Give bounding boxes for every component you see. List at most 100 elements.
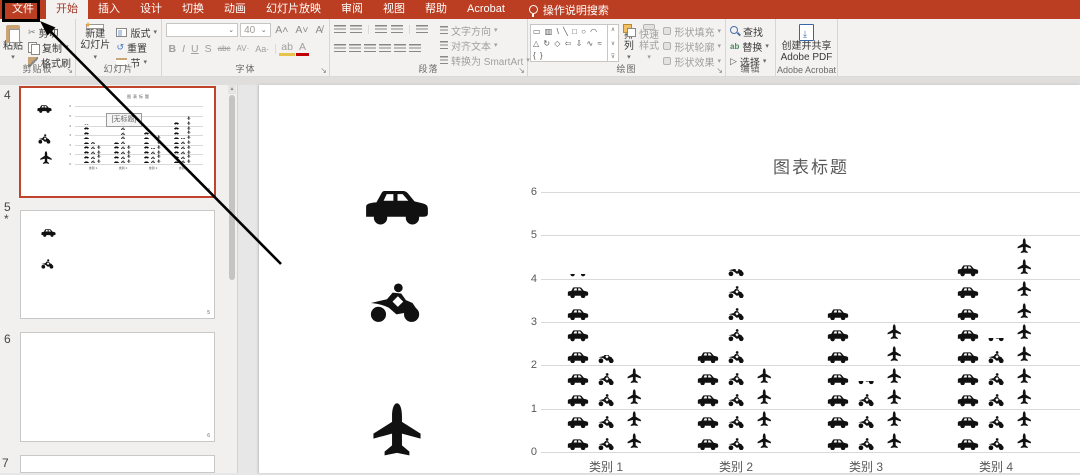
airplane-icon [97, 159, 101, 163]
tab-Acrobat[interactable]: Acrobat [457, 0, 515, 19]
layout-button[interactable]: 版式 ▾ [114, 25, 159, 39]
character-spacing-button[interactable]: AV· [234, 44, 252, 53]
font-name-combo[interactable]: ⌄ [166, 23, 238, 37]
change-case-button[interactable]: Aa· [253, 44, 272, 54]
tab-视图[interactable]: 视图 [373, 0, 415, 19]
align-left-icon[interactable] [334, 44, 346, 53]
gallery-scrollbar[interactable]: ∧ ∨ ⊽ [608, 24, 619, 62]
scroll-up-icon[interactable]: ▲ [228, 85, 236, 94]
car-icon [827, 417, 849, 429]
tab-动画[interactable]: 动画 [214, 0, 256, 19]
numbering-icon[interactable] [350, 25, 362, 34]
strikethrough-button[interactable]: abc [215, 44, 233, 53]
decrease-indent-icon[interactable] [375, 25, 387, 34]
tab-切换[interactable]: 切换 [172, 0, 214, 19]
tab-幻灯片放映[interactable]: 幻灯片放映 [256, 0, 331, 19]
car-icon [957, 352, 979, 364]
airplane-icon [627, 389, 642, 407]
separator [275, 44, 276, 54]
motorcycle-icon [728, 308, 745, 321]
arrange-button[interactable]: 排列 ▾ [621, 22, 637, 63]
bold-button[interactable]: B [166, 43, 179, 55]
tab-开始[interactable]: 开始 [46, 0, 88, 19]
ribbon-tab-bar: 文件 开始插入设计切换动画幻灯片放映审阅视图帮助Acrobat 操作说明搜索 [0, 0, 1080, 19]
motorcycle-icon [121, 151, 125, 154]
shapes-gallery[interactable]: ▭ ▥ \ ╲ □ ○ ◠ △ ↻ ◇ ⇦ ⇩ ∿ ≈ { } [530, 24, 608, 62]
dialog-launcher-icon[interactable]: ↘ [716, 67, 723, 75]
slide-thumbnail-7[interactable] [20, 455, 215, 473]
chevron-down-icon: ⌄ [261, 26, 267, 34]
shape-fill-button[interactable]: 形状填充▾ [661, 24, 723, 38]
line-spacing-icon[interactable] [416, 25, 428, 34]
shrink-font-button[interactable]: A˅ [293, 24, 311, 36]
text-direction-button[interactable]: 文字方向▾ [438, 23, 532, 37]
car-icon [567, 287, 589, 299]
airplane-icon [627, 368, 642, 386]
cut-button[interactable]: ✂ 剪切 [26, 25, 73, 39]
bullets-icon[interactable] [334, 25, 346, 34]
italic-button[interactable]: I [180, 43, 188, 55]
car-icon [827, 309, 849, 321]
car-icon [174, 122, 179, 125]
copy-button[interactable]: 复制 ▾ [26, 40, 73, 54]
motorcycle-icon [858, 394, 875, 407]
car-icon [174, 137, 179, 140]
motorcycle-icon [988, 394, 1005, 407]
airplane-icon [187, 130, 191, 134]
car-icon [144, 146, 149, 149]
quick-styles-button[interactable]: 快速样式 ▾ [639, 22, 660, 63]
text-shadow-button[interactable]: S [202, 43, 214, 55]
replace-button[interactable]: ab 替换 ▾ [728, 39, 771, 53]
reset-button[interactable]: ↺ 重置 [114, 40, 159, 54]
tab-帮助[interactable]: 帮助 [415, 0, 457, 19]
chevron-down-icon: ▾ [153, 28, 157, 36]
underline-button[interactable]: U [189, 43, 202, 55]
x-axis-category-label: 类别 3 [849, 458, 883, 475]
paste-button[interactable]: 粘贴 ▾ [2, 22, 24, 63]
tab-插入[interactable]: 插入 [88, 0, 130, 19]
motorcycle-icon [91, 146, 95, 149]
airplane-icon [187, 145, 191, 149]
create-pdf-button[interactable]: 创建并共享 Adobe PDF [778, 22, 835, 63]
highlight-color-button[interactable]: ab [279, 41, 296, 56]
slide-thumbnail-5[interactable]: 5 [20, 210, 215, 319]
increase-indent-icon[interactable] [391, 25, 403, 34]
clipboard-group-label: 剪贴板 [0, 62, 75, 75]
airplane-icon [887, 389, 902, 407]
airplane-icon [97, 154, 101, 158]
slide-4-editing-surface[interactable]: 图表标题0123456类别 1类别 2类别 3类别 4 [258, 85, 1080, 473]
dialog-launcher-icon[interactable]: ↘ [66, 67, 73, 75]
find-button[interactable]: 查找 [728, 24, 771, 38]
align-right-icon[interactable] [364, 44, 376, 53]
thumbnail-scrollbar[interactable]: ▲ [228, 85, 236, 473]
font-size-combo[interactable]: 40⌄ [240, 23, 271, 37]
y-axis-tick-label: 0 [527, 446, 537, 458]
tab-设计[interactable]: 设计 [130, 0, 172, 19]
shape-outline-button[interactable]: 形状轮廓▾ [661, 39, 723, 53]
columns-icon[interactable] [409, 44, 421, 53]
align-text-button[interactable]: 对齐文本▾ [438, 38, 532, 52]
tab-file[interactable]: 文件 [0, 0, 46, 19]
car-icon [827, 439, 849, 451]
pictogram-chart[interactable]: 图表标题0123456类别 1类别 2类别 3类别 4 [259, 85, 1080, 473]
dialog-launcher-icon[interactable]: ↘ [518, 67, 525, 75]
motorcycle-icon [598, 438, 615, 451]
clear-formatting-button[interactable]: A̸ [313, 24, 325, 36]
font-color-button[interactable]: A [296, 41, 308, 56]
distribute-icon[interactable] [394, 44, 406, 53]
scrollbar-thumb[interactable] [229, 95, 235, 280]
tab-审阅[interactable]: 审阅 [331, 0, 373, 19]
tell-me-search[interactable]: 操作说明搜索 [529, 0, 609, 19]
slide-thumbnail-4[interactable]: 4图表标题0123456类别 1类别 2类别 3类别 4[无标题] [19, 86, 216, 198]
motorcycle-icon [91, 160, 95, 163]
slide-thumbnail-6[interactable]: 6 [20, 332, 215, 442]
align-center-icon[interactable] [349, 44, 361, 53]
car-icon [957, 439, 979, 451]
gridline [541, 322, 1080, 323]
new-slide-button[interactable]: 新建 幻灯片 ▾ [78, 22, 112, 63]
justify-icon[interactable] [379, 44, 391, 53]
motorcycle-icon [41, 259, 54, 269]
dialog-launcher-icon[interactable]: ↘ [320, 67, 327, 75]
car-icon [144, 156, 149, 159]
grow-font-button[interactable]: A˄ [273, 24, 291, 36]
